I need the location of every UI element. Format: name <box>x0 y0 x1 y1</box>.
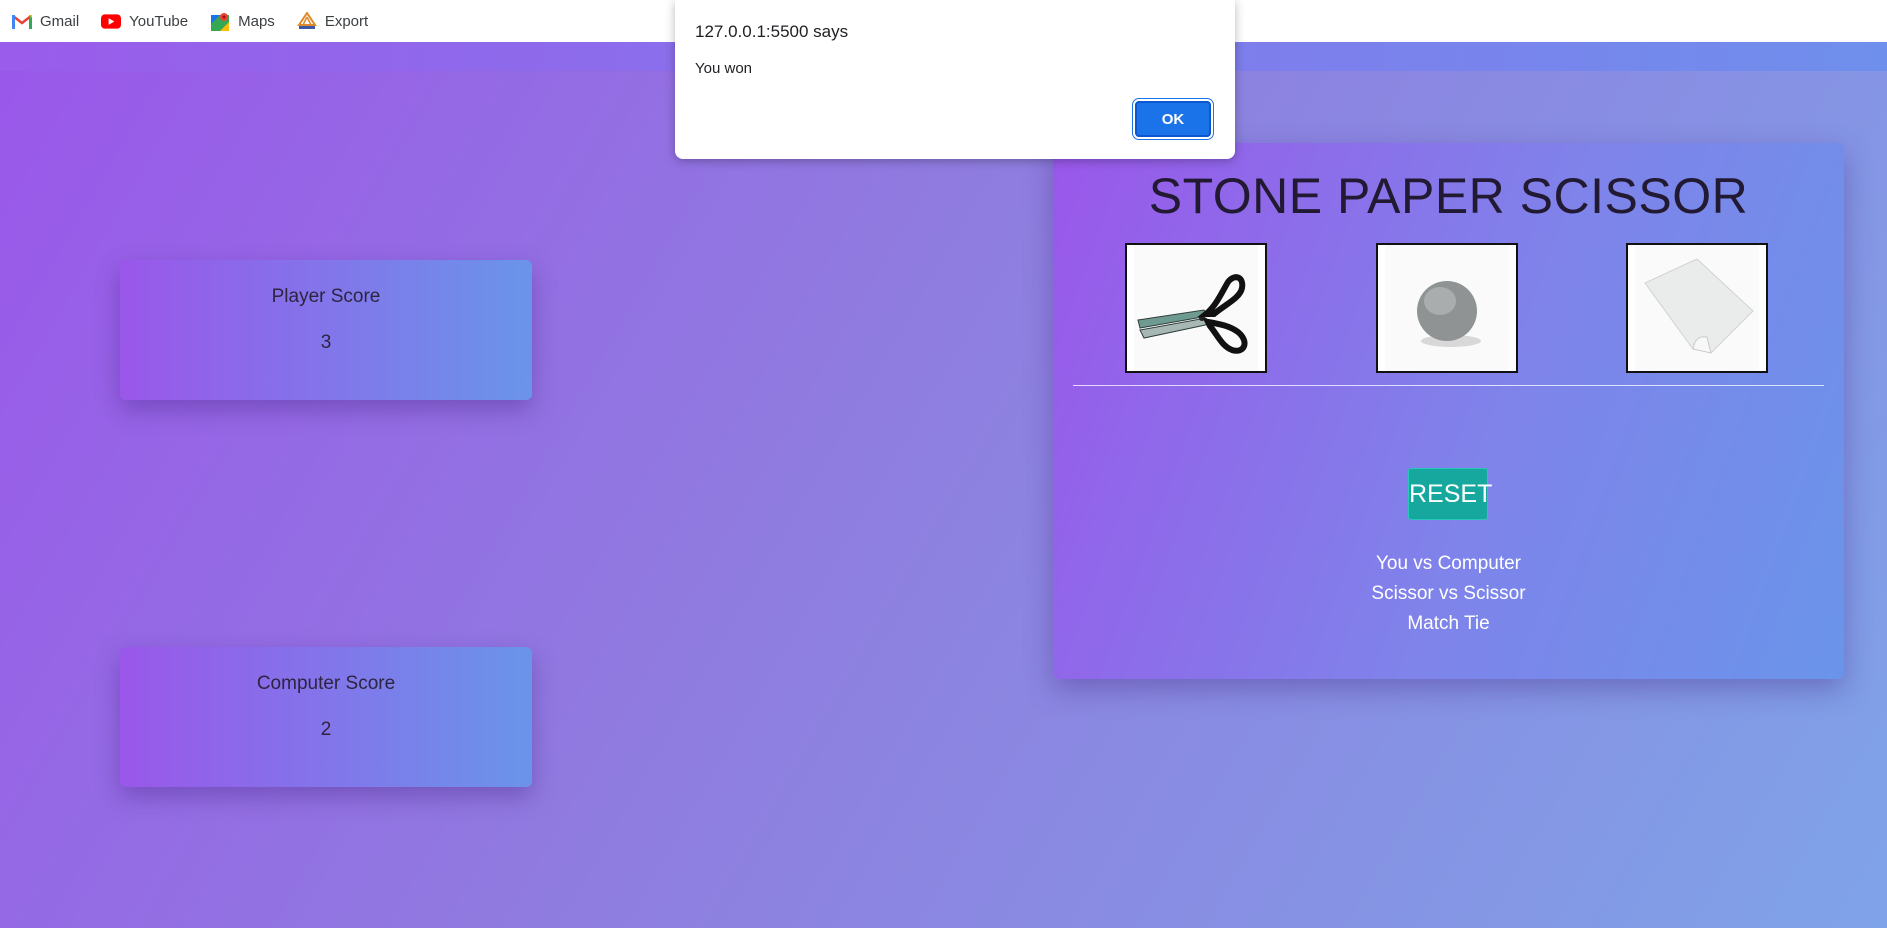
player-score-card: Player Score 3 <box>120 260 532 400</box>
bookmark-label: YouTube <box>129 12 189 30</box>
result-line: Scissor vs Scissor <box>1371 583 1526 604</box>
player-score-value: 3 <box>320 332 332 353</box>
computer-score-card: Computer Score 2 <box>120 647 532 787</box>
bookmark-youtube[interactable]: YouTube <box>101 12 188 30</box>
computer-score-value: 2 <box>320 719 332 740</box>
player-score-label: Player Score <box>271 286 381 307</box>
divider <box>1073 385 1824 386</box>
reset-button[interactable]: RESET <box>1408 468 1492 520</box>
youtube-icon <box>101 12 122 30</box>
export-icon <box>296 12 317 30</box>
result-line: Match Tie <box>1407 613 1490 634</box>
choice-stone-button[interactable] <box>1376 243 1518 373</box>
bookmark-gmail[interactable]: Gmail <box>12 12 79 30</box>
choice-scissor-button[interactable] <box>1125 243 1267 373</box>
game-panel: STONE PAPER SCISSOR RESET You vs Compute… <box>1053 143 1844 679</box>
alert-dialog: 127.0.0.1:5500 says You won OK <box>675 0 1235 159</box>
alert-message: You won <box>695 60 752 77</box>
alert-title: 127.0.0.1:5500 says <box>695 22 849 41</box>
gmail-icon <box>12 12 32 30</box>
alert-ok-button[interactable]: OK <box>1135 101 1211 137</box>
bookmark-export[interactable]: Export <box>296 12 369 30</box>
computer-score-label: Computer Score <box>256 673 396 694</box>
bookmark-maps[interactable]: Maps <box>210 12 275 31</box>
stone-icon <box>1385 245 1509 371</box>
maps-icon <box>210 12 230 31</box>
bookmark-label: Gmail <box>40 12 80 30</box>
scissors-icon <box>1134 245 1258 371</box>
result-line: You vs Computer <box>1375 553 1522 574</box>
choice-paper-button[interactable] <box>1626 243 1768 373</box>
page-background: Player Score 3 Computer Score 2 STONE PA… <box>0 42 1887 928</box>
bookmark-label: Maps <box>238 12 275 30</box>
paper-icon <box>1635 245 1759 371</box>
bookmark-label: Export <box>324 12 369 30</box>
game-title: STONE PAPER SCISSOR <box>1148 168 1749 224</box>
